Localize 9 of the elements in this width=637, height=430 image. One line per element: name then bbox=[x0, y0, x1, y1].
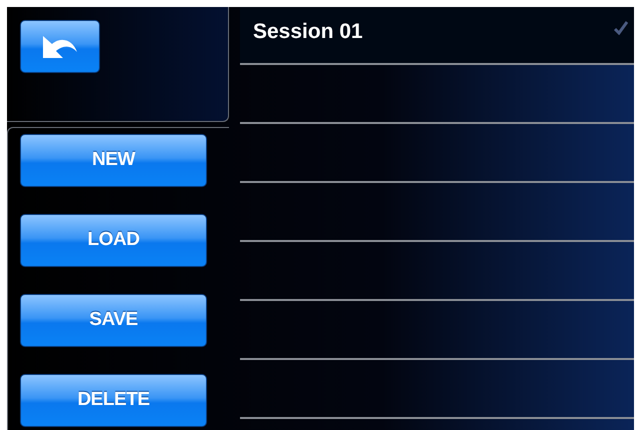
back-button[interactable] bbox=[20, 20, 100, 73]
menu-button[interactable]: SAVE bbox=[20, 294, 207, 347]
session-row[interactable]: Session 01 bbox=[240, 7, 634, 65]
checkmark-icon bbox=[614, 21, 628, 35]
menu-button[interactable]: DELETE bbox=[20, 374, 207, 427]
session-name: Session 01 bbox=[252, 21, 363, 42]
undo-arrow-icon bbox=[41, 34, 79, 60]
menu-button[interactable]: NEW bbox=[20, 134, 207, 187]
menu-button[interactable]: LOAD bbox=[20, 214, 207, 267]
